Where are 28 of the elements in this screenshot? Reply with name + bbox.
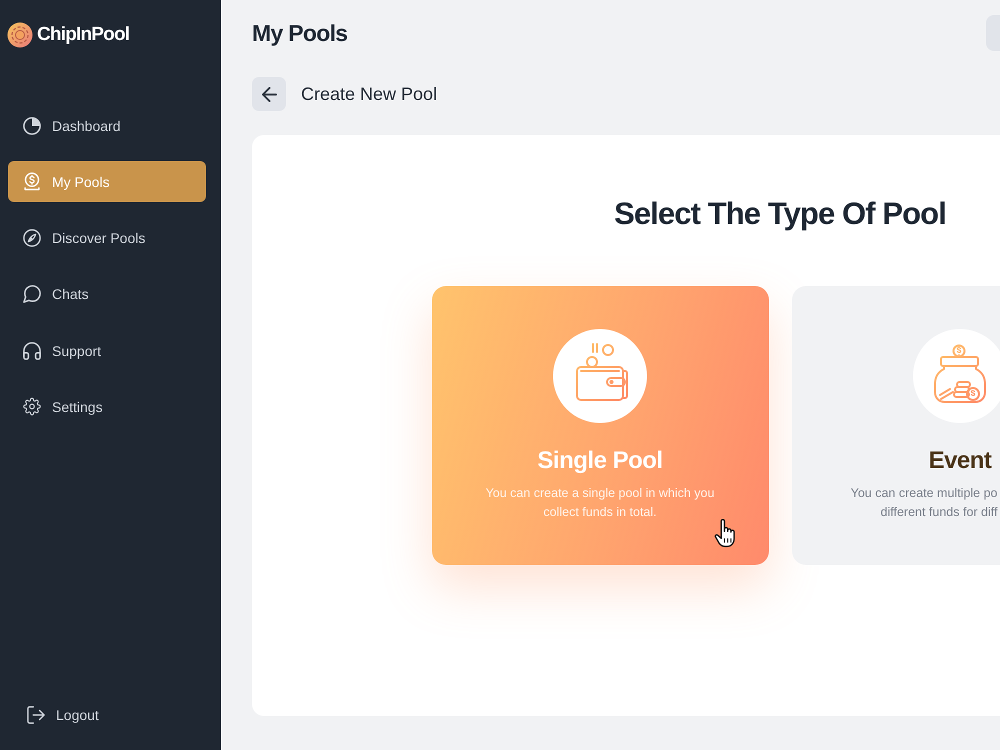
- back-arrow-icon: [262, 86, 276, 102]
- dollar-coin-icon: [23, 172, 41, 192]
- chat-bubble-icon: [23, 285, 41, 304]
- chip-logo-icon: [7, 22, 33, 48]
- card-title: Event: [928, 446, 992, 476]
- sidebar-item[interactable]: Discover Pools: [8, 218, 206, 259]
- panel-heading: Select The Type Of Pool: [613, 195, 947, 233]
- pie-chart-icon: [23, 116, 41, 134]
- settings-icon: [23, 397, 41, 416]
- sidebar-item[interactable]: Settings: [8, 386, 206, 428]
- card-title: Single Pool: [537, 446, 663, 476]
- logout-button[interactable]: Logout: [27, 706, 99, 724]
- coin-jar-icon: [913, 329, 1000, 423]
- pool-type-card[interactable]: Event You can create multiple po different funds for diff: [792, 286, 1000, 565]
- headphones-icon: [23, 342, 41, 360]
- hand-cursor-icon: [714, 519, 736, 548]
- wallet-icon: [553, 329, 647, 423]
- card-description: You can create a single pool in which you collect funds in total.: [486, 485, 714, 521]
- compass-icon: [23, 229, 41, 248]
- page-title: My Pools: [252, 19, 348, 48]
- logout-icon: [27, 706, 45, 724]
- sidebar-item[interactable]: Dashboard: [8, 105, 206, 146]
- app-logo-text: ChipInPool: [37, 23, 130, 47]
- sidebar-item[interactable]: Chats: [8, 274, 206, 315]
- back-button[interactable]: [252, 77, 286, 111]
- sidebar-item[interactable]: Support: [8, 330, 206, 372]
- section-title: Create New Pool: [301, 84, 438, 104]
- card-description: You can create multiple po different funds for diff: [850, 485, 998, 521]
